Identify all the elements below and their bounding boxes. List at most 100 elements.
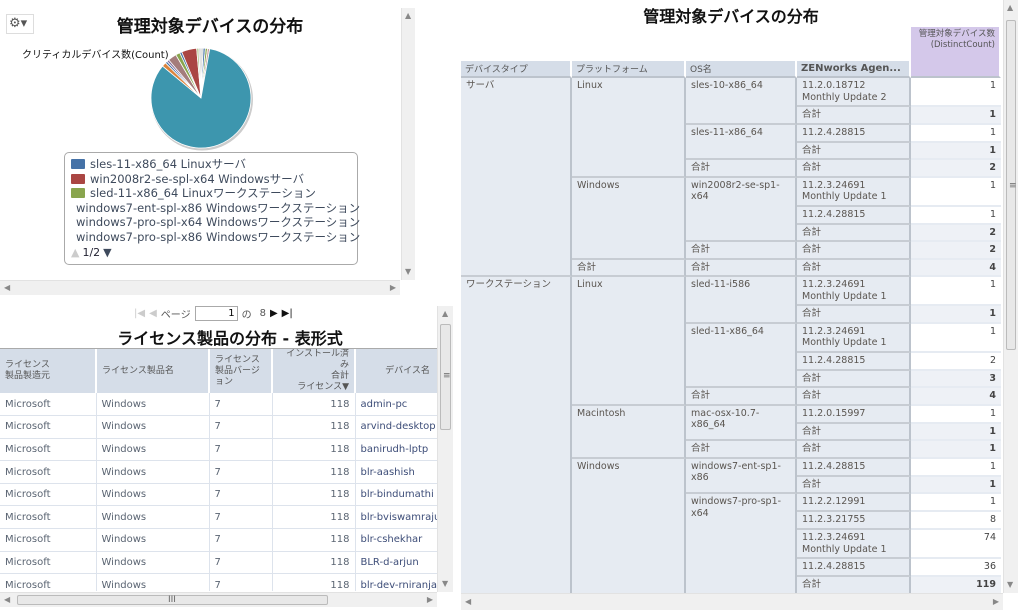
legend-swatch <box>71 173 85 184</box>
os-name-cell: windows7-ent-sp1-x86 <box>686 458 797 494</box>
table-row[interactable]: Microsoft Windows 7 118 admin-pc <box>0 393 437 417</box>
last-page-icon[interactable]: ▶| <box>282 308 293 319</box>
pie-legend: sles-11-x86_64 Linuxサーバ win2008r2-se-spl-… <box>64 152 360 265</box>
legend-item[interactable]: win2008r2-se-spl-x64 Windowsサーバ <box>71 172 351 187</box>
next-page-icon[interactable]: ▶ <box>270 308 278 319</box>
device-count-cell: 1 <box>911 177 1001 207</box>
page-number-input[interactable] <box>194 305 238 321</box>
os-name-cell: windows7-pro-sp1-x64 <box>686 494 797 593</box>
subtotal-label: 合計 <box>797 441 911 459</box>
table-cell: Microsoft <box>0 415 97 439</box>
pie-panel-horizontal-scrollbar[interactable]: ◀ ▶ <box>0 280 400 295</box>
license-table: ライセンス 製品製造元 ライセンス製品名 ライセンス 製品バージョン インストール済み… <box>0 349 437 591</box>
scrollbar-thumb[interactable]: III <box>17 595 328 605</box>
table-cell: BLR-d-arjun <box>355 551 437 575</box>
pivot-row: サーバ Linux sles-10-x86_64 11.2.0.18712 Month… <box>461 78 1001 277</box>
column-header-os-name[interactable]: OS名 <box>686 61 797 78</box>
device-horizontal-scrollbar[interactable]: ◀ ▶ <box>461 593 1003 610</box>
subtotal-label: 合計 <box>686 259 797 277</box>
subtotal-value: 2 <box>911 160 1001 178</box>
prev-page-icon[interactable]: ◀ <box>149 308 157 319</box>
first-page-icon[interactable]: |◀ <box>134 308 145 319</box>
page-label: ページ <box>160 309 191 321</box>
scrollbar-thumb[interactable]: ≡ <box>440 324 451 430</box>
legend-item[interactable]: sles-11-x86_64 Linuxサーバ <box>71 157 351 172</box>
table-cell: 7 <box>209 483 273 507</box>
table-cell: 7 <box>209 573 273 591</box>
total-pages: 8 <box>259 307 266 319</box>
agent-version-cell: 11.2.4.28815 <box>797 206 911 225</box>
device-count-cell: 36 <box>911 559 1001 577</box>
table-cell: blr-dev-rniranjan <box>355 573 437 591</box>
license-horizontal-scrollbar[interactable]: ◀ III ▶ <box>0 592 437 607</box>
column-header-zenworks-agent[interactable]: ZENworks Agen... <box>797 61 911 78</box>
column-header[interactable]: ライセンス 製品バージョン <box>209 349 273 393</box>
table-cell: 7 <box>209 460 273 484</box>
agent-version-cell: 11.2.0.18712 Monthly Update 2 <box>797 78 911 107</box>
subtotal-label: 合計 <box>797 224 911 242</box>
table-cell: Windows <box>96 551 210 575</box>
table-row[interactable]: Microsoft Windows 7 118 BLR-d-arjun <box>0 551 437 575</box>
pivot-row: ワークステーション Linux sled-11-i586 11.2.3.24691 M… <box>461 277 1001 593</box>
table-row[interactable]: Microsoft Windows 7 118 arvind-desktop <box>0 415 437 439</box>
table-cell: Windows <box>96 505 210 530</box>
column-header-platform[interactable]: プラットフォーム <box>572 61 686 78</box>
table-cell: 118 <box>272 438 356 462</box>
scrollbar-thumb[interactable]: ≡ <box>1006 20 1017 350</box>
subtotal-label: 合計 <box>797 476 911 494</box>
table-cell: Microsoft <box>0 505 97 530</box>
legend-item[interactable]: windows7-pro-spl-x86 Windowsワークステーション <box>71 230 360 245</box>
device-count-cell: 1 <box>911 458 1001 477</box>
subtotal-label: 合計 <box>797 423 911 441</box>
table-cell: 7 <box>209 505 273 530</box>
subtotal-value: 1 <box>911 107 1001 125</box>
device-pivot-table: 管理対象デバイス数 (DistinctCount) デバイスタイプ プラットフォ… <box>461 27 1001 593</box>
legend-prev-icon[interactable]: ▲ <box>71 246 79 259</box>
measure-header[interactable]: 管理対象デバイス数 (DistinctCount) <box>911 27 1001 78</box>
subtotal-label: 合計 <box>797 107 911 125</box>
agent-version-cell: 11.2.3.24691 Monthly Update 1 <box>797 277 911 306</box>
subtotal-value: 3 <box>911 370 1001 388</box>
subtotal-value: 1 <box>911 306 1001 324</box>
subtotal-value: 1 <box>911 441 1001 459</box>
subtotal-label: 合計 <box>686 242 797 260</box>
license-table-title: ライセンス製品の分布 - 表形式 <box>117 329 343 348</box>
column-header[interactable]: デバイス名 <box>355 349 437 393</box>
agent-version-cell: 11.2.4.28815 <box>797 458 911 477</box>
column-header[interactable]: ライセンス製品名 <box>96 349 210 393</box>
subtotal-value: 4 <box>911 259 1001 277</box>
legend-next-icon[interactable]: ▼ <box>103 246 111 259</box>
gear-dropdown-icon[interactable]: ⚙▾ <box>6 14 34 34</box>
table-row[interactable]: Microsoft Windows 7 118 blr-cshekhar <box>0 528 437 552</box>
legend-item[interactable]: windows7-ent-spl-x86 Windowsワークステーション <box>71 201 360 216</box>
legend-swatch <box>71 159 85 170</box>
column-header[interactable]: ライセンス 製品製造元 <box>0 349 97 393</box>
table-cell: blr-bindumathi <box>355 483 437 507</box>
pie-panel-vertical-scrollbar[interactable]: ▲ ▼ <box>401 8 415 280</box>
license-vertical-scrollbar[interactable]: ▲ ≡ ▼ <box>437 306 453 592</box>
legend-item[interactable]: windows7-pro-spl-x64 Windowsワークステーション <box>71 215 360 230</box>
device-vertical-scrollbar[interactable]: ▲ ≡ ▼ <box>1003 0 1018 593</box>
table-row[interactable]: Microsoft Windows 7 118 blr-bviswamraju <box>0 505 437 530</box>
table-cell: 118 <box>272 551 356 575</box>
agent-version-cell: 11.2.0.15997 <box>797 405 911 424</box>
device-count-cell: 2 <box>911 352 1001 371</box>
table-row[interactable]: Microsoft Windows 7 118 blr-dev-rniranjan <box>0 573 437 591</box>
legend-item[interactable]: sled-11-x86_64 Linuxワークステーション <box>71 186 351 201</box>
table-cell: 118 <box>272 415 356 439</box>
platform-cell: Linux <box>572 78 686 178</box>
subtotal-label: 合計 <box>797 142 911 160</box>
table-row[interactable]: Microsoft Windows 7 118 blr-aashish <box>0 460 437 484</box>
table-row[interactable]: Microsoft Windows 7 118 banirudh-lptp <box>0 438 437 462</box>
table-row[interactable]: Microsoft Windows 7 118 blr-bindumathi <box>0 483 437 507</box>
table-cell: 118 <box>272 505 356 530</box>
subtotal-label: 合計 <box>572 259 686 277</box>
device-count-cell: 8 <box>911 512 1001 530</box>
column-header[interactable]: インストール済み 合計 ライセンス▼ <box>272 349 356 393</box>
column-header-device-type[interactable]: デバイスタイプ <box>461 61 572 78</box>
os-name-cell: mac-osx-10.7-x86_64 <box>686 405 797 441</box>
license-table-container: ライセンス 製品製造元 ライセンス製品名 ライセンス 製品バージョン インストール済み… <box>0 348 437 591</box>
device-type-cell: サーバ <box>461 78 572 277</box>
table-cell: Windows <box>96 460 210 484</box>
table-cell: Microsoft <box>0 551 97 575</box>
